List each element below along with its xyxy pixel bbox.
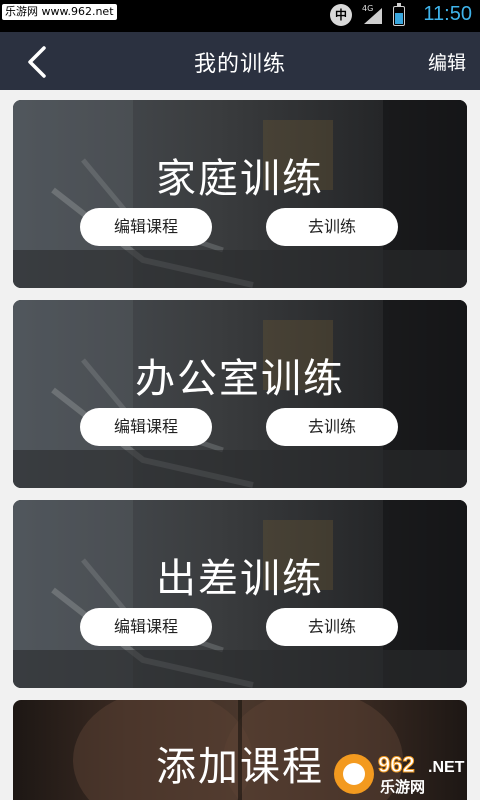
card-title: 家庭训练	[156, 156, 324, 202]
edit-course-button[interactable]: 编辑课程	[80, 608, 212, 646]
edit-course-button[interactable]: 编辑课程	[80, 208, 212, 246]
training-card-office[interactable]: 办公室训练 编辑课程 去训练	[13, 300, 467, 488]
card-title: 办公室训练	[135, 356, 345, 402]
status-bar: 乐游网 www.962.net 中 4G 11:50	[0, 0, 480, 32]
page-title: 我的训练	[193, 52, 286, 77]
training-card-home[interactable]: 家庭训练 编辑课程 去训练	[13, 100, 467, 288]
battery-fill	[395, 13, 403, 24]
svg-text:.NET: .NET	[428, 759, 465, 776]
training-card-business-trip[interactable]: 出差训练 编辑课程 去训练	[13, 500, 467, 688]
go-train-button[interactable]: 去训练	[266, 608, 398, 646]
site-watermark-logo: 962 .NET 乐游网	[334, 752, 465, 796]
watermark-tag: 乐游网 www.962.net	[2, 4, 117, 20]
status-time: 11:50	[423, 3, 472, 25]
edit-button[interactable]: 编辑	[428, 48, 466, 75]
go-train-button[interactable]: 去训练	[266, 408, 398, 446]
battery-icon	[393, 3, 405, 26]
app-bar: 我的训练 编辑	[0, 32, 480, 90]
edit-course-button[interactable]: 编辑课程	[80, 408, 212, 446]
signal-icon	[364, 8, 382, 24]
svg-text:乐游网: 乐游网	[380, 778, 425, 796]
card-title: 出差训练	[156, 556, 324, 602]
ime-icon: 中	[330, 4, 352, 26]
go-train-button[interactable]: 去训练	[266, 208, 398, 246]
svg-text:962: 962	[378, 752, 415, 777]
